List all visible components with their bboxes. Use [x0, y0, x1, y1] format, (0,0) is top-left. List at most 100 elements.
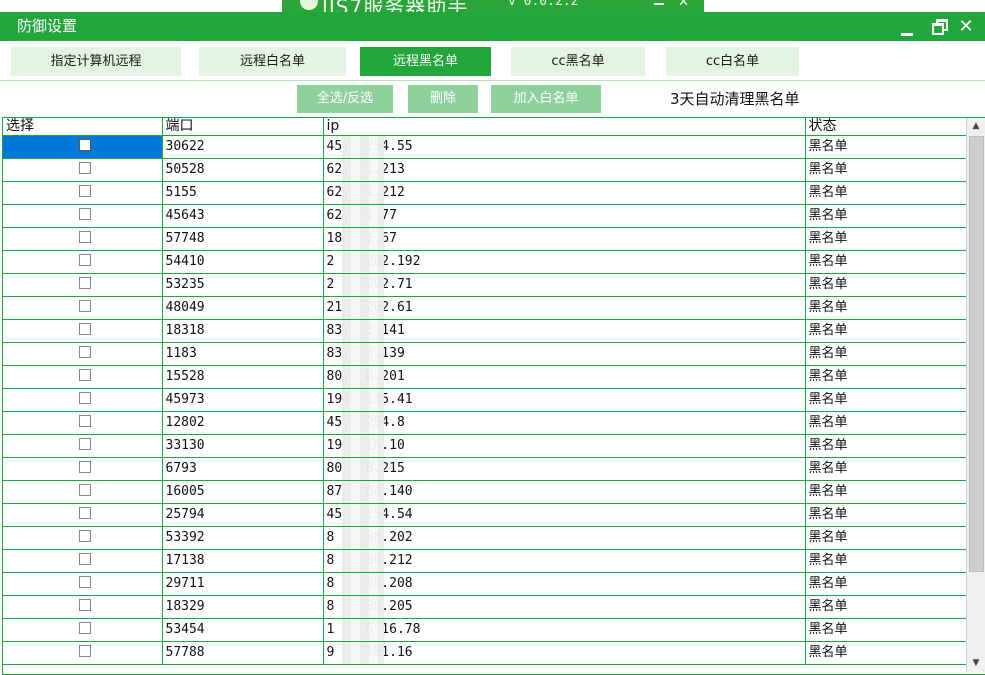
ip-cell: 21 202.61: [323, 296, 806, 320]
background-close-icon[interactable]: ✕: [678, 0, 689, 9]
row-checkbox[interactable]: [79, 139, 92, 151]
ip-cell: 9 181.16: [323, 641, 806, 665]
ip-redaction: [341, 389, 384, 411]
row-select-cell[interactable]: [3, 480, 163, 504]
row-select-cell[interactable]: [3, 388, 163, 412]
ip-redaction: [341, 435, 384, 457]
table-row[interactable]: 33130 19 16.10 黑名单: [3, 434, 967, 458]
table-row[interactable]: 48049 21 202.61 黑名单: [3, 296, 967, 320]
table-row[interactable]: 30622 45. 254.55 黑名单: [3, 135, 967, 159]
row-checkbox[interactable]: [79, 300, 92, 312]
column-header-port[interactable]: 端口: [162, 118, 324, 136]
row-select-cell[interactable]: [3, 273, 163, 297]
close-button[interactable]: ✕: [952, 12, 980, 41]
row-checkbox[interactable]: [79, 346, 92, 358]
row-checkbox[interactable]: [79, 576, 92, 588]
scroll-up-arrow-icon[interactable]: ▲: [967, 118, 985, 135]
row-checkbox[interactable]: [79, 461, 92, 473]
table-row[interactable]: 54410 2 202.192 黑名单: [3, 250, 967, 274]
row-select-cell[interactable]: [3, 434, 163, 458]
table-row[interactable]: 53235 2 202.71 黑名单: [3, 273, 967, 297]
row-select-cell[interactable]: [3, 595, 163, 619]
row-checkbox[interactable]: [79, 323, 92, 335]
table-row[interactable]: 53454 1 5.16.78 黑名单: [3, 618, 967, 642]
row-select-cell[interactable]: [3, 227, 163, 251]
table-row[interactable]: 18318 83. 3.141 黑名单: [3, 319, 967, 343]
minimize-button[interactable]: [892, 12, 920, 41]
row-checkbox[interactable]: [79, 645, 92, 657]
row-select-cell[interactable]: [3, 572, 163, 596]
tab-remote-whitelist[interactable]: 远程白名单: [199, 47, 346, 76]
tab-cc-blacklist[interactable]: cc黑名单: [511, 47, 645, 76]
restore-button[interactable]: [924, 12, 952, 41]
table-row[interactable]: 12802 45. 254.8 黑名单: [3, 411, 967, 435]
table-row[interactable]: 15528 80. 8.201 黑名单: [3, 365, 967, 389]
row-select-cell[interactable]: [3, 549, 163, 573]
row-checkbox[interactable]: [79, 254, 92, 266]
row-select-cell[interactable]: [3, 204, 163, 228]
delete-button[interactable]: 删除: [408, 85, 478, 113]
tab-cc-whitelist[interactable]: cc白名单: [666, 47, 799, 76]
row-select-cell[interactable]: [3, 618, 163, 642]
row-checkbox[interactable]: [79, 369, 92, 381]
table-row[interactable]: 1183 83. 3.139 黑名单: [3, 342, 967, 366]
row-checkbox[interactable]: [79, 530, 92, 542]
vertical-scrollbar[interactable]: ▲ ▼: [966, 118, 985, 672]
row-checkbox[interactable]: [79, 162, 92, 174]
ip-redaction: [341, 412, 384, 434]
status-cell: 黑名单: [805, 135, 967, 159]
scroll-down-arrow-icon[interactable]: ▼: [967, 655, 985, 672]
row-checkbox[interactable]: [79, 415, 92, 427]
table-row[interactable]: 18329 8 38.205 黑名单: [3, 595, 967, 619]
row-select-cell[interactable]: [3, 411, 163, 435]
row-select-cell[interactable]: [3, 641, 163, 665]
row-checkbox[interactable]: [79, 484, 92, 496]
table-row[interactable]: 53392 8 38.202 黑名单: [3, 526, 967, 550]
row-checkbox[interactable]: [79, 553, 92, 565]
table-row[interactable]: 50528 62. 1.213 黑名单: [3, 158, 967, 182]
table-row[interactable]: 29711 8 38.208 黑名单: [3, 572, 967, 596]
scrollbar-thumb[interactable]: [969, 136, 984, 572]
table-header-row: 选择 端口 ip 状态: [3, 118, 967, 136]
row-checkbox[interactable]: [79, 185, 92, 197]
select-all-toggle-button[interactable]: 全选/反选: [297, 85, 393, 113]
row-select-cell[interactable]: [3, 457, 163, 481]
background-minimize-icon[interactable]: [654, 3, 664, 5]
add-to-whitelist-button[interactable]: 加入白名单: [491, 85, 601, 113]
row-checkbox[interactable]: [79, 438, 92, 450]
row-checkbox[interactable]: [79, 599, 92, 611]
row-select-cell[interactable]: [3, 526, 163, 550]
table-row[interactable]: 17138 8 38.212 黑名单: [3, 549, 967, 573]
table-row[interactable]: 45973 194 135.41 黑名单: [3, 388, 967, 412]
table-row[interactable]: 5155 62. 1.212 黑名单: [3, 181, 967, 205]
row-select-cell[interactable]: [3, 342, 163, 366]
row-select-cell[interactable]: [3, 181, 163, 205]
row-checkbox[interactable]: [79, 622, 92, 634]
row-checkbox[interactable]: [79, 392, 92, 404]
column-header-status[interactable]: 状态: [805, 118, 967, 136]
row-select-cell[interactable]: [3, 319, 163, 343]
row-select-cell[interactable]: [3, 250, 163, 274]
ip-cell: 19 16.10: [323, 434, 806, 458]
row-select-cell[interactable]: [3, 503, 163, 527]
row-select-cell[interactable]: [3, 158, 163, 182]
row-select-cell[interactable]: [3, 135, 163, 159]
row-select-cell[interactable]: [3, 365, 163, 389]
table-row[interactable]: 6793 80 8.215 黑名单: [3, 457, 967, 481]
table-row[interactable]: 16005 87 64.140 黑名单: [3, 480, 967, 504]
status-cell: 黑名单: [805, 480, 967, 504]
row-checkbox[interactable]: [79, 208, 92, 220]
table-row[interactable]: 5774818 1.67黑名单: [3, 227, 967, 251]
column-header-ip[interactable]: ip: [323, 118, 806, 136]
column-header-select[interactable]: 选择: [3, 118, 163, 136]
tab-specified-computer-remote[interactable]: 指定计算机远程: [11, 47, 181, 76]
row-checkbox[interactable]: [79, 507, 92, 519]
row-checkbox[interactable]: [79, 277, 92, 289]
table-row[interactable]: 57788 9 181.16 黑名单: [3, 641, 967, 665]
ip-cell: 8 38.205: [323, 595, 806, 619]
table-row[interactable]: 25794 45 254.54 黑名单: [3, 503, 967, 527]
row-select-cell[interactable]: [3, 296, 163, 320]
tab-remote-blacklist[interactable]: 远程黑名单: [360, 47, 491, 76]
row-checkbox[interactable]: [79, 231, 92, 243]
table-row[interactable]: 4564362. 1.77黑名单: [3, 204, 967, 228]
